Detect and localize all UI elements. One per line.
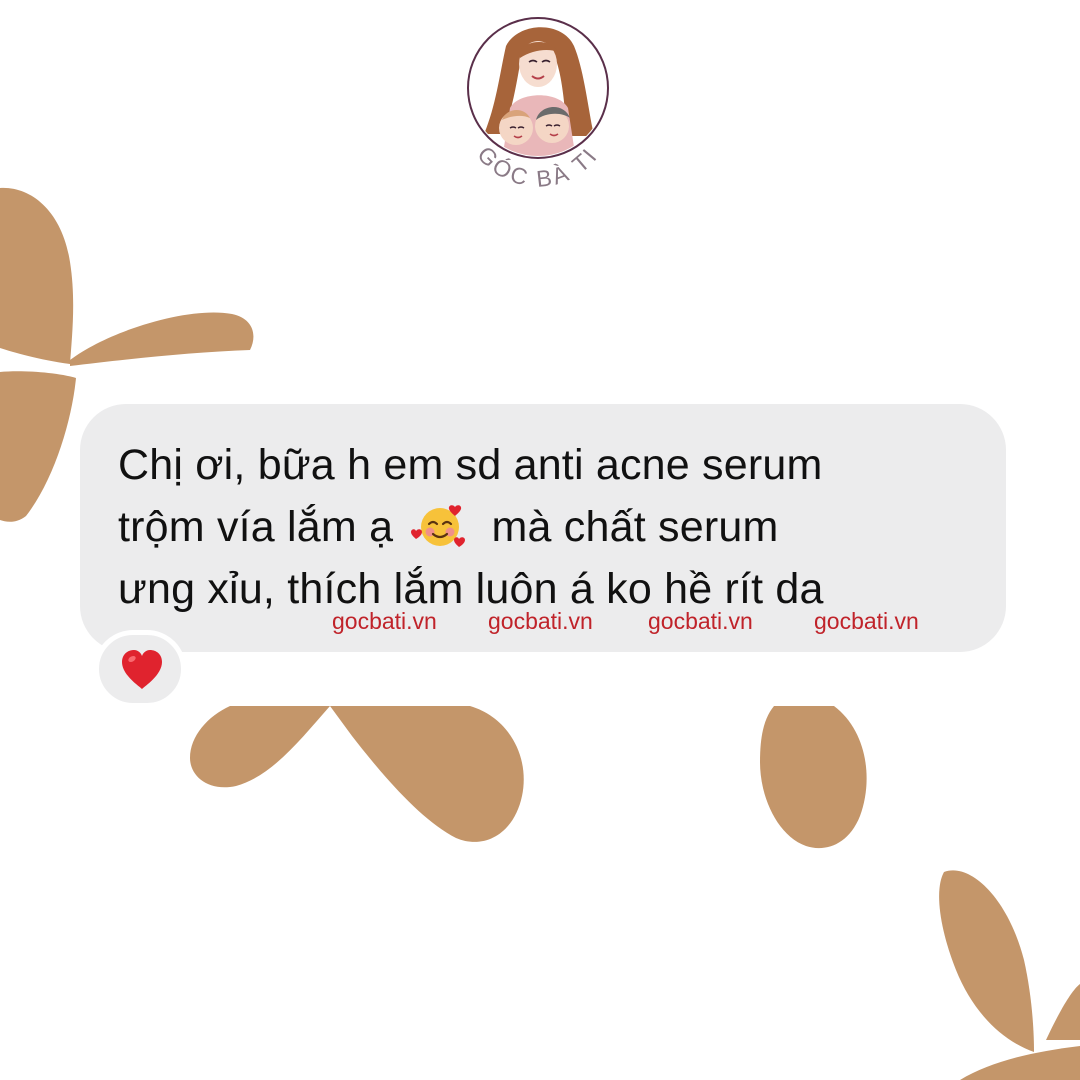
watermark-text: gocbati.vn (648, 608, 753, 634)
petal-bottom-center-left (190, 706, 330, 788)
watermark-text: gocbati.vn (814, 608, 919, 634)
story-canvas: GÓC BÀ TI Chị ơi, bữa h em sd anti acne … (0, 0, 1080, 1080)
red-heart-icon (122, 650, 162, 689)
smiling-face-with-hearts-icon (411, 505, 466, 547)
petal-left-wing (70, 312, 254, 366)
petal-bottom-center-right (330, 706, 524, 842)
watermark-text: gocbati.vn (332, 608, 437, 634)
petal-bottom-right-edge (1046, 984, 1080, 1040)
svg-text:GÓC BÀ TI: GÓC BÀ TI (472, 141, 603, 192)
message-line-2-start: trộm vía lắm ạ (118, 503, 394, 551)
petal-bottom-right-lower (960, 1046, 1080, 1080)
brand-name: GÓC BÀ TI (472, 141, 600, 192)
brand-name-arc: GÓC BÀ TI (472, 141, 603, 192)
petal-bottom-right-upper (939, 870, 1034, 1052)
watermark-row: gocbati.vn gocbati.vn gocbati.vn gocbati… (80, 608, 1006, 638)
watermark-text: gocbati.vn (488, 608, 593, 634)
petal-left-upper (0, 187, 74, 364)
reaction-badge[interactable] (94, 630, 186, 708)
petal-bottom-oval (760, 706, 867, 849)
message-line-2-end: mà chất serum (491, 503, 779, 551)
message-line-3: ưng xỉu, thích lắm luôn á ko hề rít da (118, 565, 824, 613)
message-text: Chị ơi, bữa h em sd anti acne serum trộm… (118, 434, 988, 620)
brand-logo: GÓC BÀ TI (458, 14, 618, 200)
message-line-1: Chị ơi, bữa h em sd anti acne serum (118, 441, 823, 489)
petal-left-lower (0, 371, 76, 522)
message-bubble[interactable]: Chị ơi, bữa h em sd anti acne serum trộm… (80, 404, 1006, 652)
